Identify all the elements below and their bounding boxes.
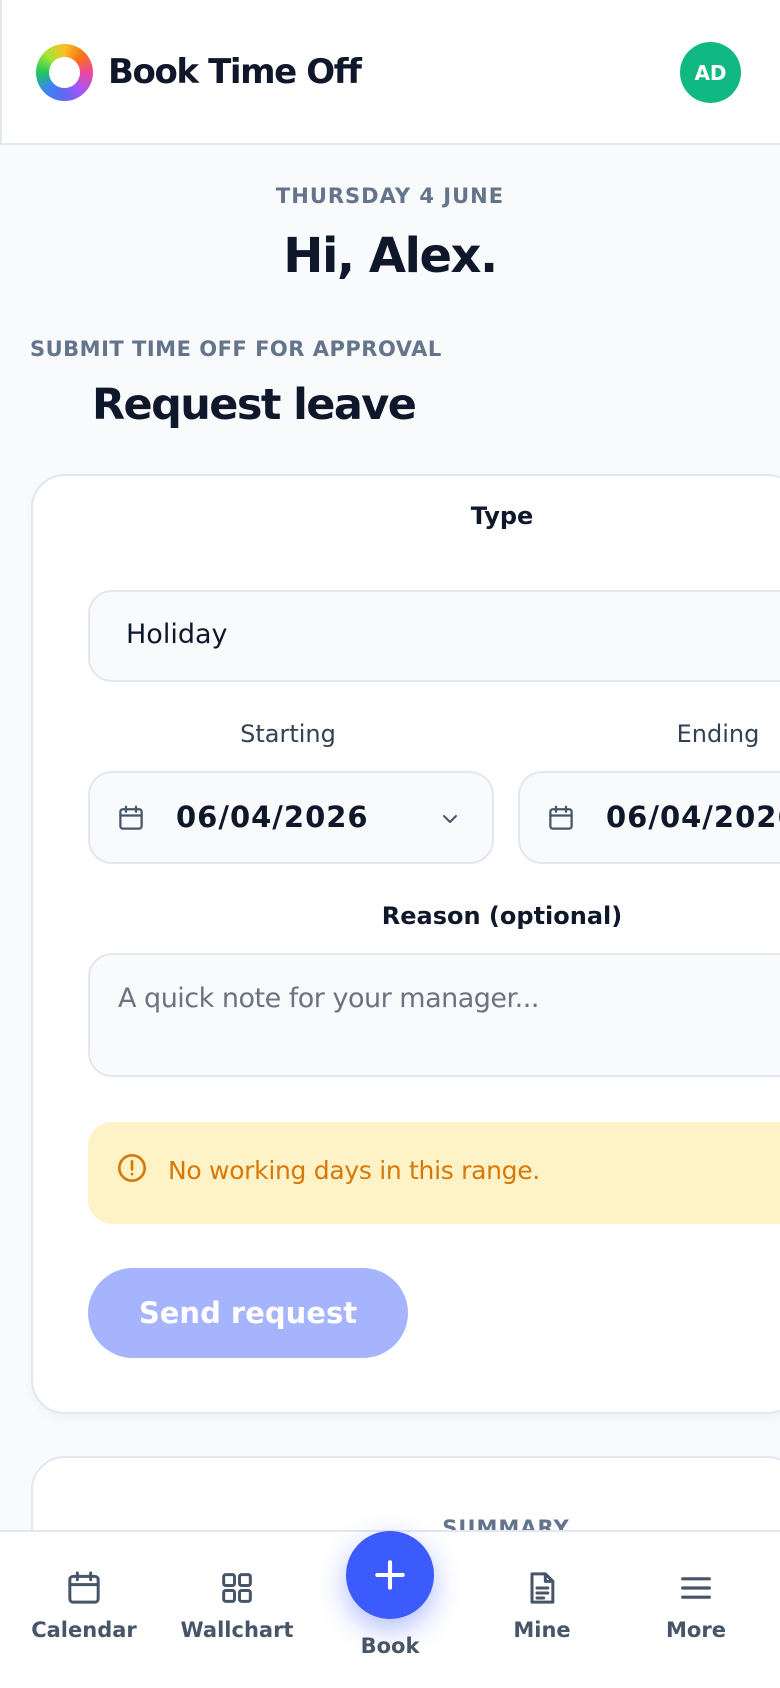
chevron-down-icon bbox=[443, 815, 457, 823]
nav-label-calendar: Calendar bbox=[31, 1618, 137, 1642]
end-date-value: 06/04/2026 bbox=[606, 800, 780, 834]
nav-item-wallchart[interactable]: Wallchart bbox=[167, 1532, 307, 1652]
warning-text: No working days in this range. bbox=[168, 1156, 540, 1185]
nav-label-more: More bbox=[666, 1618, 726, 1642]
app-logo-icon bbox=[36, 44, 93, 101]
app-title: Book Time Off bbox=[108, 52, 362, 92]
type-label: Type bbox=[470, 502, 534, 530]
current-date: THURSDAY 4 JUNE bbox=[275, 184, 505, 208]
nav-label-wallchart: Wallchart bbox=[180, 1618, 294, 1642]
start-date-label: Starting bbox=[240, 720, 336, 748]
app-header: Book Time Off AD bbox=[0, 0, 780, 145]
calendar-icon bbox=[119, 805, 143, 830]
nav-item-mine[interactable]: Mine bbox=[472, 1532, 612, 1652]
book-fab-button[interactable] bbox=[346, 1531, 434, 1619]
nav-item-more[interactable]: More bbox=[626, 1532, 766, 1652]
section-eyebrow: SUBMIT TIME OFF FOR APPROVAL bbox=[30, 337, 442, 361]
start-date-value: 06/04/2026 bbox=[176, 800, 369, 834]
send-request-button[interactable]: Send request bbox=[88, 1268, 408, 1358]
menu-icon bbox=[681, 1577, 711, 1599]
document-icon bbox=[530, 1572, 555, 1604]
leave-type-value: Holiday bbox=[126, 619, 228, 650]
end-date-label: Ending bbox=[676, 720, 760, 748]
leave-type-select[interactable]: Holiday bbox=[88, 590, 780, 682]
warning-banner: No working days in this range. bbox=[88, 1122, 780, 1224]
calendar-icon bbox=[549, 805, 573, 830]
start-date-picker[interactable]: 06/04/2026 bbox=[88, 771, 494, 864]
reason-input[interactable] bbox=[88, 953, 780, 1077]
nav-label-mine: Mine bbox=[513, 1618, 571, 1642]
greeting-title: Hi, Alex. bbox=[283, 228, 498, 284]
reason-label: Reason (optional) bbox=[381, 902, 623, 930]
plus-icon bbox=[375, 1560, 405, 1590]
nav-item-calendar[interactable]: Calendar bbox=[14, 1532, 154, 1652]
grid-icon bbox=[222, 1573, 252, 1603]
section-title: Request leave bbox=[92, 380, 417, 430]
end-date-picker[interactable]: 06/04/2026 bbox=[518, 771, 780, 864]
avatar[interactable]: AD bbox=[680, 42, 741, 103]
alert-circle-icon bbox=[118, 1154, 146, 1182]
nav-label-book: Book bbox=[360, 1634, 420, 1658]
calendar-icon bbox=[68, 1571, 100, 1604]
